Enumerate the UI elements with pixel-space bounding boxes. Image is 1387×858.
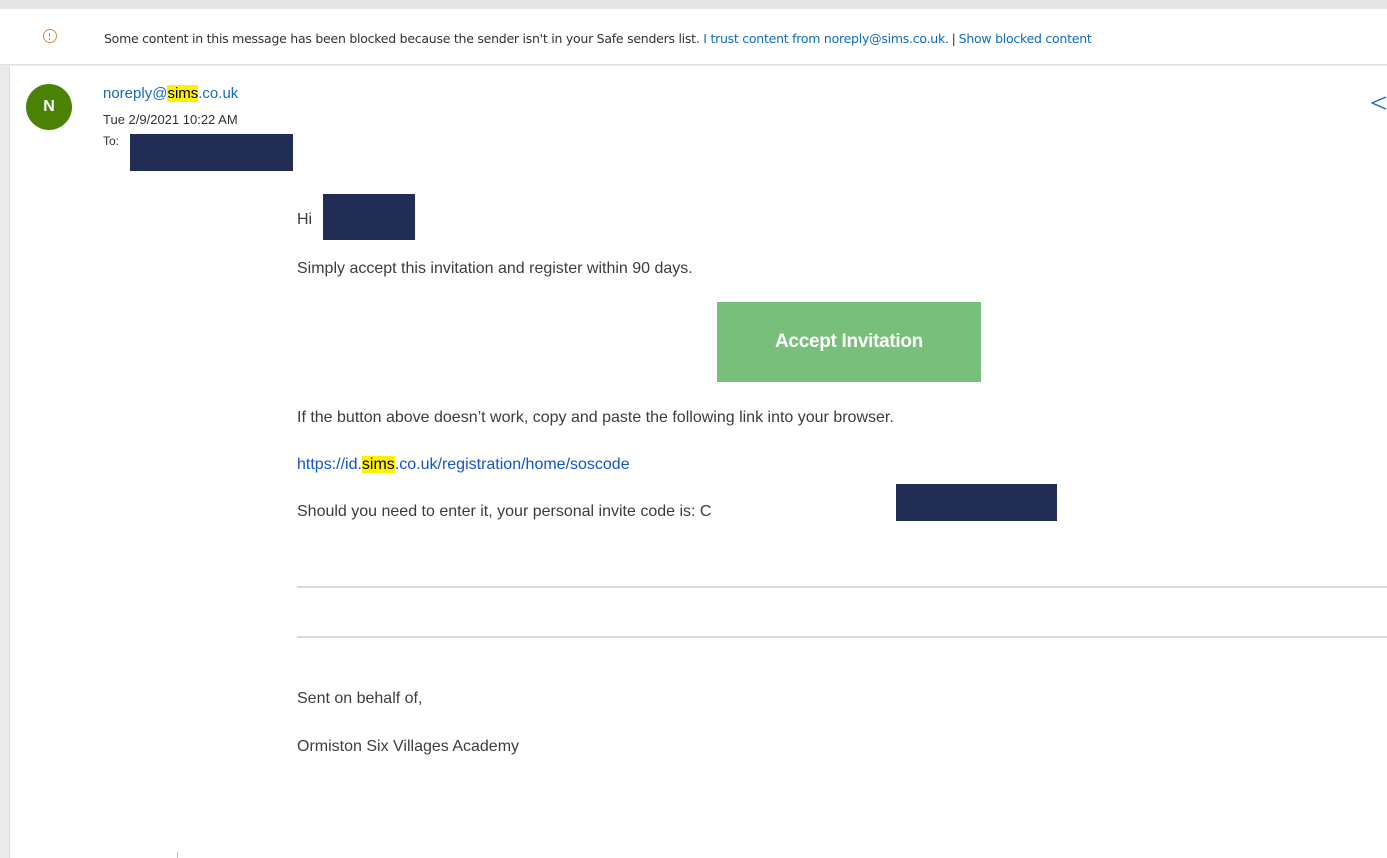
- left-rail: [0, 66, 9, 858]
- fallback-text: If the button above doesn’t work, copy a…: [297, 409, 894, 426]
- link-suffix: .co.uk/registration/home/soscode: [394, 456, 630, 473]
- divider: [297, 586, 1387, 588]
- banner-separator: |: [951, 31, 956, 46]
- redacted-invite-code: [896, 484, 1057, 521]
- link-prefix: https://id.: [297, 456, 362, 473]
- trust-sender-link[interactable]: I trust content from noreply@sims.co.uk.: [703, 31, 949, 46]
- blocked-content-banner: Some content in this message has been bl…: [0, 9, 1387, 65]
- divider: [297, 636, 1387, 638]
- link-highlight: sims: [361, 456, 395, 473]
- redacted-recipient-name: [323, 194, 415, 240]
- info-warning-icon: [43, 29, 57, 43]
- sender-avatar[interactable]: N: [26, 84, 72, 130]
- sender-highlight: sims: [167, 85, 199, 102]
- invite-code-text: Should you need to enter it, your person…: [297, 503, 712, 520]
- banner-message: Some content in this message has been bl…: [104, 31, 700, 46]
- banner-text: Some content in this message has been bl…: [104, 31, 1092, 46]
- sender-address[interactable]: noreply@sims.co.uk: [103, 85, 238, 102]
- reply-icon[interactable]: [1370, 94, 1387, 112]
- message-date: Tue 2/9/2021 10:22 AM: [103, 112, 238, 127]
- accept-invitation-button[interactable]: Accept Invitation: [717, 302, 981, 382]
- to-label: To:: [103, 134, 120, 148]
- redacted-recipient: [130, 134, 293, 171]
- sender-prefix: noreply@: [103, 85, 168, 102]
- resize-handle: [177, 852, 178, 858]
- show-blocked-content-link[interactable]: Show blocked content: [959, 31, 1092, 46]
- sender-suffix: .co.uk: [198, 85, 239, 102]
- message-pane: N noreply@sims.co.uk Tue 2/9/2021 10:22 …: [9, 66, 1387, 858]
- sent-on-behalf: Sent on behalf of,: [297, 690, 423, 707]
- top-strip: [0, 0, 1387, 9]
- greeting: Hi: [297, 211, 313, 228]
- intro-text: Simply accept this invitation and regist…: [297, 260, 693, 277]
- organisation-name: Ormiston Six Villages Academy: [297, 738, 520, 755]
- registration-link[interactable]: https://id.sims.co.uk/registration/home/…: [297, 456, 630, 474]
